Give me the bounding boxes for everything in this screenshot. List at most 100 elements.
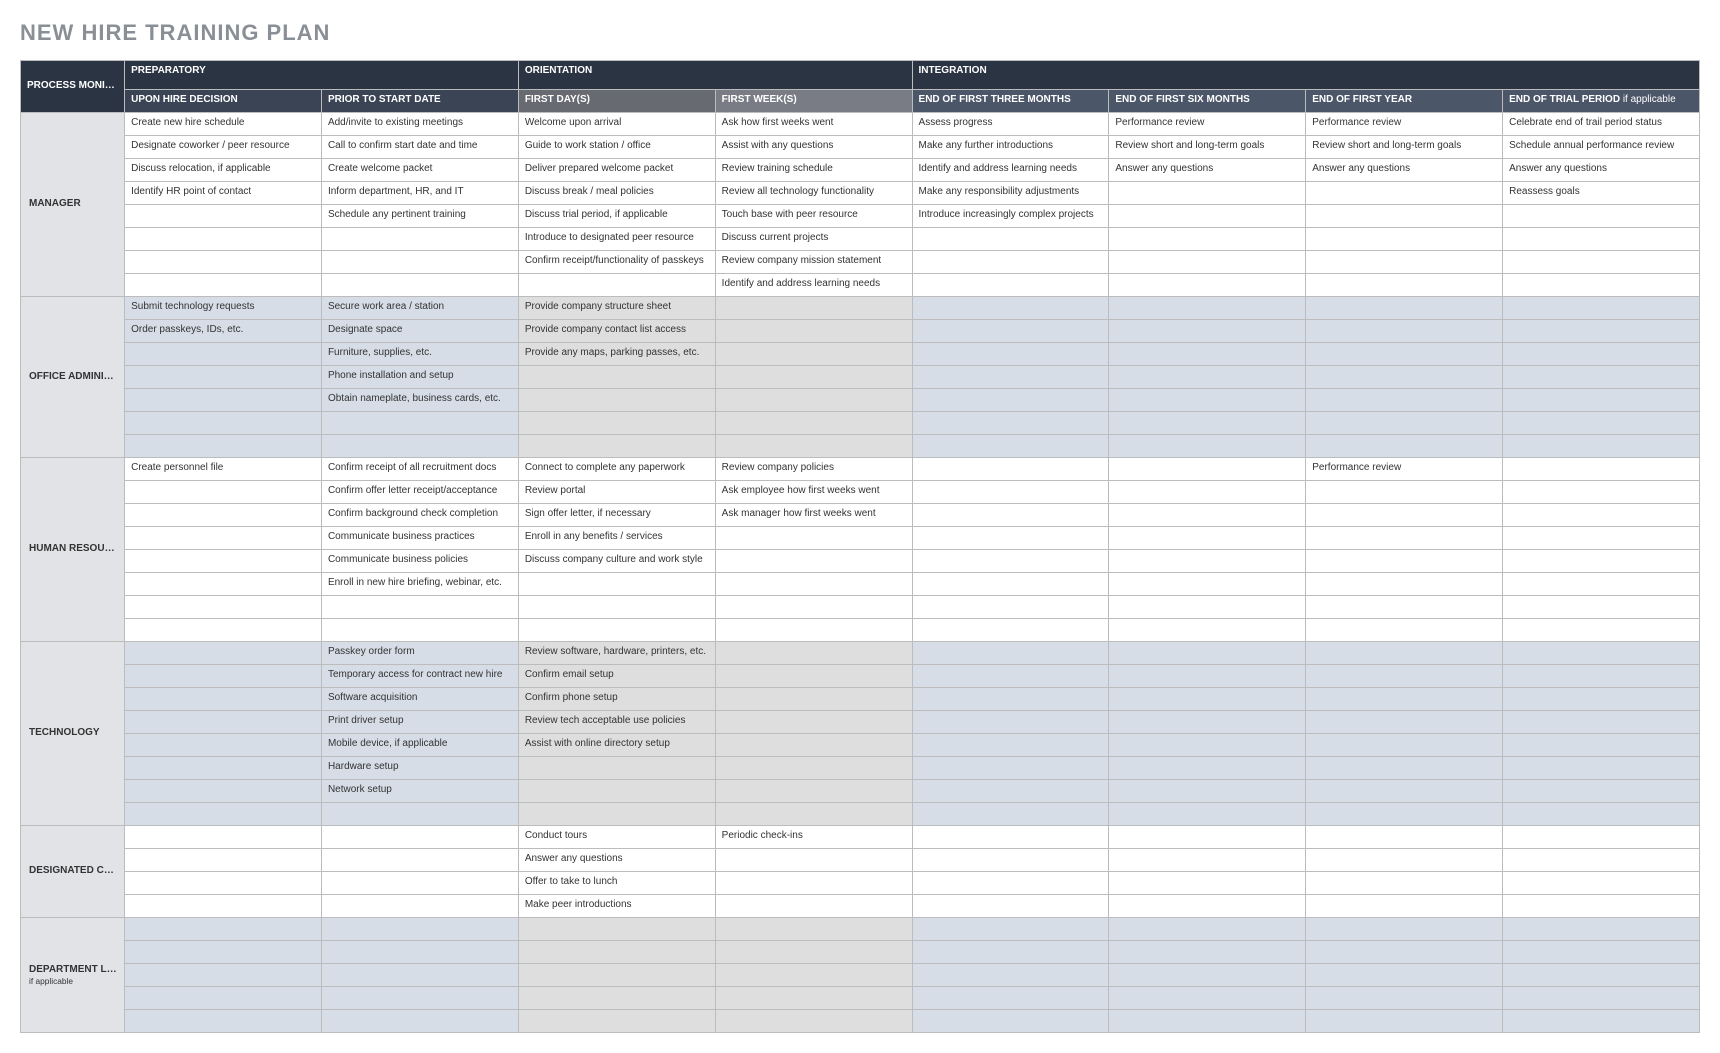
task-cell [912,688,1109,711]
task-cell [125,343,322,366]
task-cell [912,389,1109,412]
task-cell [125,665,322,688]
task-cell [125,481,322,504]
task-cell [125,435,322,458]
col-upon-hire: UPON HIRE DECISION [125,90,322,113]
task-cell: Designate coworker / peer resource [125,136,322,159]
task-cell [1109,435,1306,458]
task-cell [1306,895,1503,918]
task-cell [1306,343,1503,366]
task-cell [1503,297,1700,320]
task-cell [1503,412,1700,435]
task-cell [912,803,1109,826]
task-cell [1109,665,1306,688]
task-cell: Confirm offer letter receipt/acceptance [321,481,518,504]
task-cell [518,941,715,964]
task-cell: Enroll in any benefits / services [518,527,715,550]
task-cell [715,527,912,550]
task-cell [1503,573,1700,596]
training-plan-table: PROCESS MONITOR / MENTOR PREPARATORY ORI… [20,60,1700,1033]
task-cell [912,573,1109,596]
task-cell [1306,504,1503,527]
task-cell [1306,251,1503,274]
task-cell [1306,757,1503,780]
task-cell [1306,688,1503,711]
task-cell [518,274,715,297]
task-cell [912,1010,1109,1033]
task-cell: Review tech acceptable use policies [518,711,715,734]
task-cell: Review short and long-term goals [1306,136,1503,159]
task-cell [321,918,518,941]
task-cell [715,895,912,918]
task-cell [1109,757,1306,780]
task-cell [518,964,715,987]
task-cell [125,274,322,297]
task-cell [321,435,518,458]
task-cell [125,573,322,596]
task-cell [518,435,715,458]
task-cell: Confirm phone setup [518,688,715,711]
task-cell: Designate space [321,320,518,343]
task-cell: Answer any questions [518,849,715,872]
task-cell: Make any responsibility adjustments [912,182,1109,205]
task-cell [1503,366,1700,389]
task-cell [1109,849,1306,872]
task-cell [125,803,322,826]
task-cell [1109,1010,1306,1033]
task-cell: Call to confirm start date and time [321,136,518,159]
task-cell [125,964,322,987]
task-cell: Mobile device, if applicable [321,734,518,757]
task-cell [1109,688,1306,711]
task-cell: Provide any maps, parking passes, etc. [518,343,715,366]
task-cell [1306,274,1503,297]
task-cell [1109,734,1306,757]
task-cell: Software acquisition [321,688,518,711]
task-cell [1503,757,1700,780]
task-cell [1109,504,1306,527]
task-cell [715,665,912,688]
task-cell [518,596,715,619]
task-cell [518,780,715,803]
task-cell: Confirm receipt of all recruitment docs [321,458,518,481]
task-cell [1109,573,1306,596]
task-cell [1109,182,1306,205]
task-cell [912,964,1109,987]
task-cell [518,1010,715,1033]
task-cell [1306,550,1503,573]
task-cell [1306,596,1503,619]
task-cell [912,987,1109,1010]
task-cell: Celebrate end of trail period status [1503,113,1700,136]
task-cell [1503,458,1700,481]
task-cell [1503,550,1700,573]
task-cell [1306,780,1503,803]
task-cell [1109,320,1306,343]
task-cell [518,619,715,642]
task-cell: Assess progress [912,113,1109,136]
task-cell [1109,642,1306,665]
role-label: OFFICE ADMINISTRATOR [21,297,125,458]
task-cell [1109,458,1306,481]
task-cell [1109,228,1306,251]
task-cell: Identify and address learning needs [912,159,1109,182]
task-cell [912,366,1109,389]
task-cell [1109,941,1306,964]
task-cell [1306,826,1503,849]
task-cell [321,803,518,826]
task-cell: Introduce increasingly complex projects [912,205,1109,228]
task-cell [1109,550,1306,573]
task-cell [1109,481,1306,504]
task-cell [715,688,912,711]
task-cell [1306,941,1503,964]
task-cell: Provide company contact list access [518,320,715,343]
task-cell [1503,228,1700,251]
task-cell [125,987,322,1010]
task-cell [1306,918,1503,941]
task-cell: Deliver prepared welcome packet [518,159,715,182]
task-cell [1306,228,1503,251]
task-cell [715,780,912,803]
task-cell [1503,1010,1700,1033]
task-cell [1503,780,1700,803]
task-cell [1109,527,1306,550]
role-label: HUMAN RESOURCES [21,458,125,642]
task-cell: Reassess goals [1503,182,1700,205]
